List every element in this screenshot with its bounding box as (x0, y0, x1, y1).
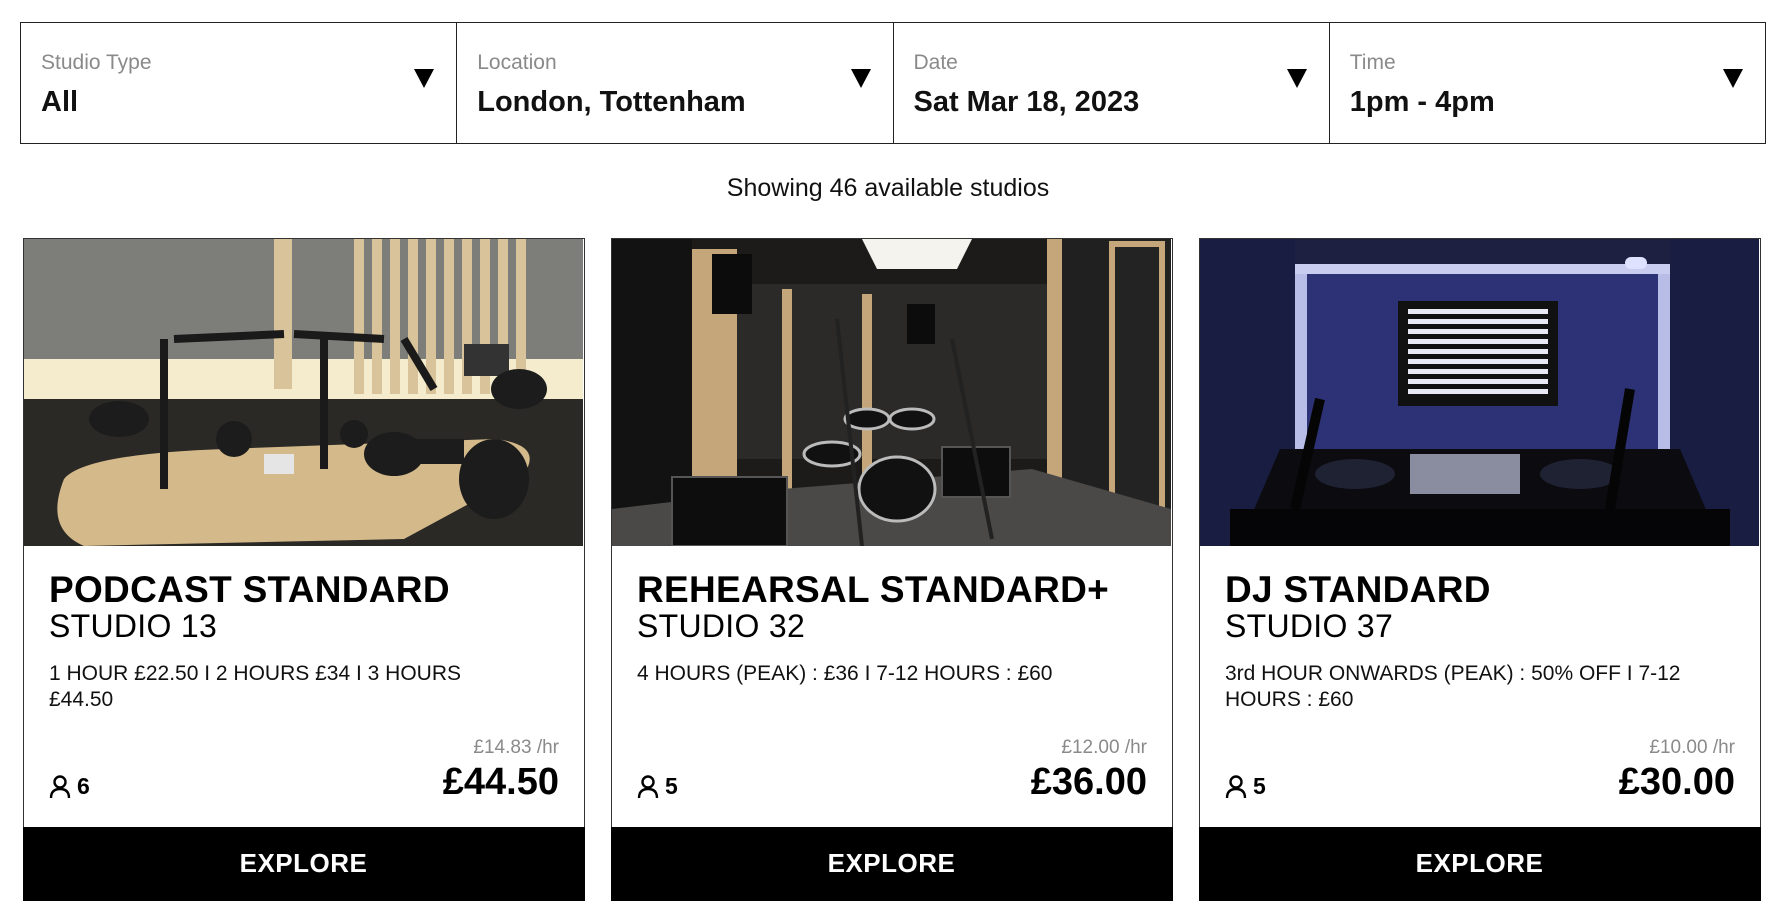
results-count: Showing 46 available studios (726, 174, 1050, 202)
studio-title: PODCAST STANDARD (49, 569, 450, 610)
person-icon (49, 774, 71, 798)
caret-down-icon (1723, 69, 1743, 88)
studio-number: STUDIO 37 (1225, 608, 1394, 644)
time-label: Time (1349, 51, 1396, 74)
capacity-count: 5 (1253, 773, 1266, 799)
studio-type-value: All (41, 86, 79, 118)
hourly-rate: £14.83 /hr (473, 737, 559, 758)
capacity-count: 6 (77, 773, 90, 799)
studio-photo-podcast[interactable] (24, 239, 583, 546)
date-dropdown[interactable]: Date Sat Mar 18, 2023 (894, 23, 1330, 143)
caret-down-icon (850, 69, 871, 88)
capacity-count: 5 (665, 773, 678, 799)
studio-number: STUDIO 32 (637, 608, 806, 644)
explore-button[interactable]: EXPLORE (610, 826, 1173, 901)
studio-card[interactable]: DJ STANDARD STUDIO 37 3rd HOUR ONWARDS (… (1198, 238, 1761, 901)
time-value: 1pm - 4pm (1349, 86, 1495, 118)
capacity: 5 (637, 773, 678, 800)
location-dropdown[interactable]: Location London, Tottenham (457, 23, 894, 143)
person-icon (637, 774, 659, 798)
studio-title: DJ STANDARD (1225, 569, 1491, 610)
time-dropdown[interactable]: Time 1pm - 4pm (1330, 23, 1765, 143)
studio-photo-dj[interactable] (1200, 239, 1759, 546)
pricing-description: 3rd HOUR ONWARDS (PEAK) : 50% OFF I 7-12… (1225, 662, 1681, 711)
studio-number: STUDIO 13 (49, 608, 218, 644)
location-label: Location (477, 51, 557, 74)
total-price: £36.00 (1030, 761, 1147, 803)
studio-title: REHEARSAL STANDARD+ (637, 569, 1110, 610)
studio-type-dropdown[interactable]: Studio Type All (21, 23, 458, 143)
capacity: 6 (49, 773, 90, 800)
studio-card[interactable]: PODCAST STANDARD STUDIO 13 1 HOUR £22.50… (22, 238, 585, 901)
date-label: Date (913, 51, 958, 74)
studio-card[interactable]: REHEARSAL STANDARD+ STUDIO 32 4 HOURS (P… (610, 238, 1173, 901)
date-value: Sat Mar 18, 2023 (913, 86, 1140, 118)
hourly-rate: £12.00 /hr (1061, 737, 1147, 758)
hourly-rate: £10.00 /hr (1649, 737, 1735, 758)
capacity: 5 (1225, 773, 1266, 800)
total-price: £44.50 (442, 761, 559, 803)
filter-bar: Studio Type All Location London, Tottenh… (20, 22, 1766, 144)
person-icon (1225, 774, 1247, 798)
studio-photo-rehearsal[interactable] (612, 239, 1171, 546)
caret-down-icon (414, 69, 435, 88)
pricing-description: 4 HOURS (PEAK) : £36 I 7-12 HOURS : £60 (637, 662, 1053, 685)
explore-button[interactable]: EXPLORE (22, 826, 585, 901)
location-value: London, Tottenham (477, 86, 746, 118)
explore-button[interactable]: EXPLORE (1198, 826, 1761, 901)
pricing-description: 1 HOUR £22.50 I 2 HOURS £34 I 3 HOURS £4… (49, 662, 461, 711)
caret-down-icon (1286, 69, 1307, 88)
studio-type-label: Studio Type (41, 51, 152, 74)
total-price: £30.00 (1618, 761, 1735, 803)
